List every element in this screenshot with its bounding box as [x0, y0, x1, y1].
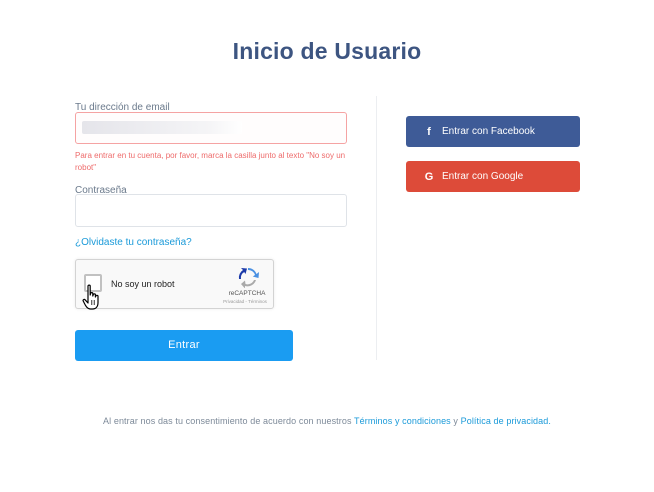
- footer-period: .: [548, 416, 551, 426]
- hand-cursor-icon: [82, 284, 99, 310]
- recaptcha-label: No soy un robot: [111, 279, 175, 289]
- footer-text: Al entrar nos das tu consentimiento de a…: [103, 416, 352, 426]
- email-redacted-value: [82, 121, 242, 134]
- recaptcha-brand: reCAPTCHA: [228, 290, 266, 297]
- login-submit-button[interactable]: Entrar: [75, 330, 293, 361]
- consent-footer: Al entrar nos das tu consentimiento de a…: [0, 416, 654, 426]
- recaptcha-widget: No soy un robot reCAPTCHA Privacidad - T…: [75, 259, 274, 309]
- recaptcha-terms-link[interactable]: Privacidad - Términos: [215, 299, 275, 304]
- terms-link[interactable]: Términos y condiciones: [354, 416, 451, 426]
- password-input[interactable]: [75, 194, 347, 227]
- page-title: Inicio de Usuario: [232, 38, 422, 64]
- facebook-login-button[interactable]: f Entrar con Facebook: [406, 116, 580, 147]
- facebook-login-label: Entrar con Facebook: [442, 126, 535, 137]
- google-login-button[interactable]: G Entrar con Google: [406, 161, 580, 192]
- email-input[interactable]: [75, 112, 347, 144]
- email-error-message: Para entrar en tu cuenta, por favor, mar…: [75, 151, 346, 172]
- google-login-label: Entrar con Google: [442, 171, 524, 182]
- footer-and: y: [453, 416, 458, 426]
- forgot-password-link[interactable]: ¿Olvidaste tu contraseña?: [75, 237, 192, 248]
- facebook-icon: f: [427, 125, 431, 138]
- google-icon: G: [424, 170, 434, 183]
- recaptcha-logo-icon: [238, 268, 259, 288]
- column-divider: [376, 96, 377, 360]
- privacy-link[interactable]: Política de privacidad: [461, 416, 549, 426]
